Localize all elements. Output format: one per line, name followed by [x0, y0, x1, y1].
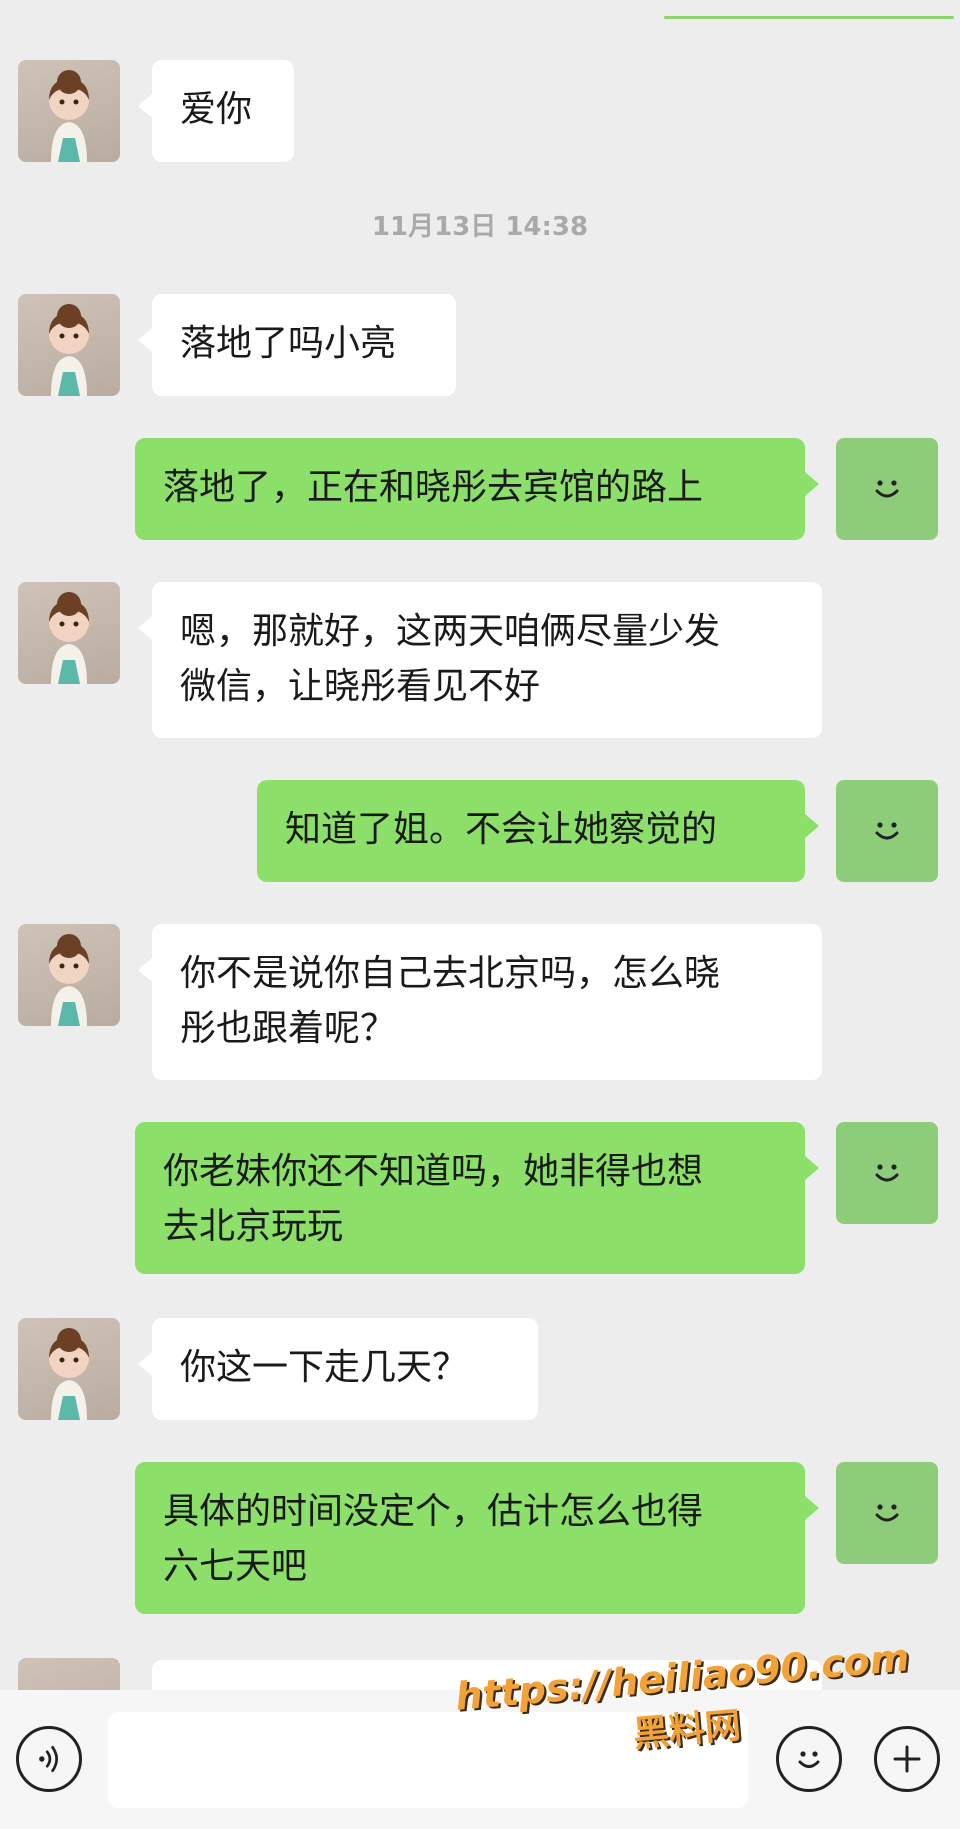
message-bubble-outgoing[interactable]: 知道了姐。不会让她察觉的	[257, 780, 819, 882]
message-bubble-incoming[interactable]: 落地了吗小亮	[138, 294, 456, 396]
contact-avatar[interactable]	[18, 60, 120, 162]
smile-icon	[875, 1504, 899, 1522]
girl-avatar-icon	[49, 592, 89, 684]
my-avatar[interactable]	[836, 1122, 938, 1224]
my-avatar[interactable]	[836, 1462, 938, 1564]
smile-icon	[875, 480, 899, 498]
more-button[interactable]	[874, 1726, 940, 1792]
message-bubble-incoming[interactable]: 你这一下走几天？	[138, 1318, 538, 1420]
smile-icon	[875, 822, 899, 840]
chat-area[interactable]: 爱你 11月13日 14:38 落地了吗小亮 落地了，正在和晓彤去宾馆的路上 嗯…	[0, 0, 960, 1690]
contact-avatar[interactable]	[18, 1318, 120, 1420]
message-bubble-incoming[interactable]: 爱你	[138, 60, 294, 162]
contact-avatar[interactable]	[18, 924, 120, 1026]
girl-avatar-icon	[49, 70, 89, 162]
smile-icon	[875, 1164, 899, 1182]
message-bubble-outgoing[interactable]: 你老妹你还不知道吗，她非得也想 去北京玩玩	[135, 1122, 819, 1274]
my-avatar[interactable]	[836, 438, 938, 540]
message-bubble-outgoing[interactable]: 落地了，正在和晓彤去宾馆的路上	[135, 438, 819, 540]
emoji-icon	[798, 1751, 820, 1768]
message-bubble-outgoing[interactable]: 具体的时间没定个，估计怎么也得 六七天吧	[135, 1462, 819, 1614]
plus-icon	[893, 1745, 921, 1773]
contact-avatar[interactable]	[18, 582, 120, 684]
contact-avatar[interactable]	[18, 294, 120, 396]
timestamp: 11月13日 14:38	[371, 212, 589, 242]
message-bubble-incoming[interactable]: 你不是说你自己去北京吗，怎么晓 彤也跟着呢？	[138, 924, 822, 1080]
girl-avatar-icon	[49, 304, 89, 396]
message-bubble-incoming[interactable]: 嗯，那就好，这两天咱俩尽量少发 微信，让晓彤看见不好	[138, 582, 822, 738]
contact-avatar[interactable]	[18, 1658, 120, 1690]
girl-avatar-icon	[49, 934, 89, 1026]
voice-button[interactable]	[16, 1726, 82, 1792]
voice-icon	[39, 1745, 58, 1773]
girl-avatar-icon	[49, 1328, 89, 1420]
my-avatar[interactable]	[836, 780, 938, 882]
